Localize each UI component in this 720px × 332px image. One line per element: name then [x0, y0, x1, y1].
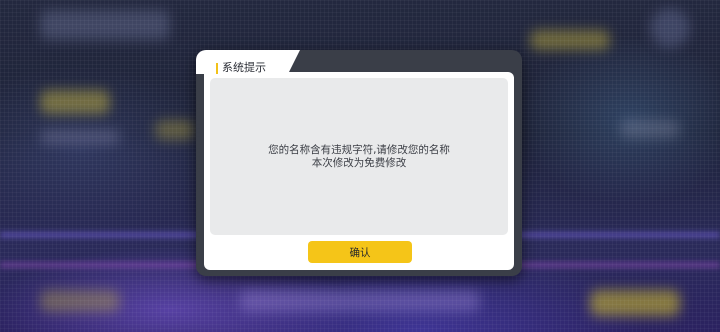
confirm-button[interactable]: 确认	[308, 241, 412, 263]
title-accent-bar	[216, 63, 218, 74]
dialog-panel: 您的名称含有违规字符,请修改您的名称 本次修改为免费修改 确认	[204, 72, 514, 270]
system-prompt-dialog: 系统提示 您的名称含有违规字符,请修改您的名称 本次修改为免费修改 确认	[196, 50, 522, 276]
dialog-title: 系统提示	[222, 61, 266, 74]
message-line-2: 本次修改为免费修改	[311, 156, 407, 169]
message-line-1: 您的名称含有违规字符,请修改您的名称	[268, 143, 450, 156]
message-box: 您的名称含有违规字符,请修改您的名称 本次修改为免费修改	[210, 78, 508, 235]
